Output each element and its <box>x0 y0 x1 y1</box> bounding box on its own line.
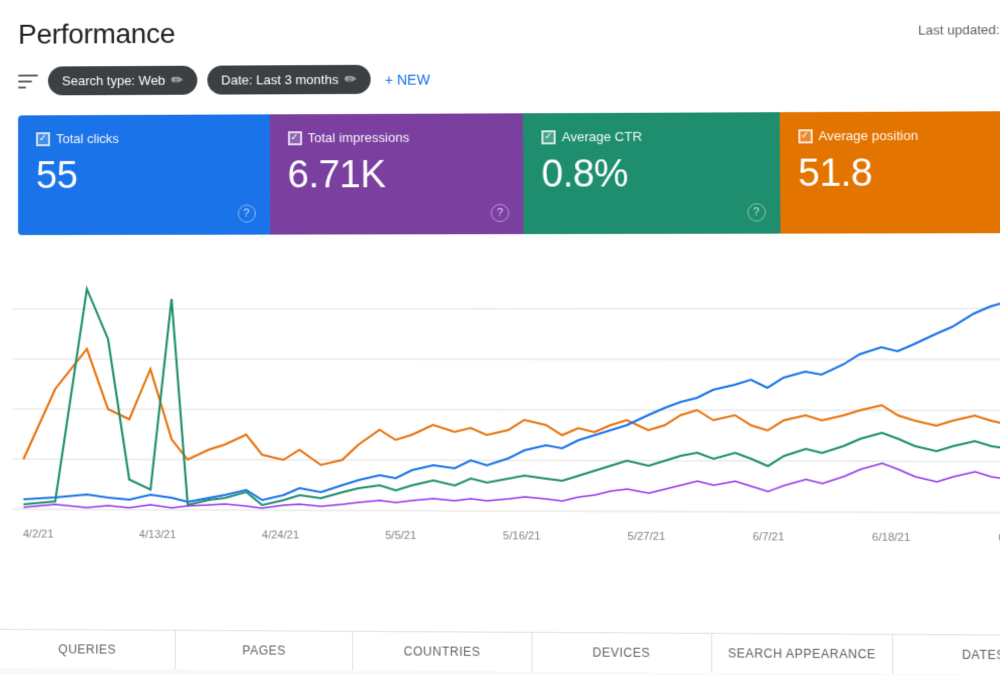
search-type-edit-icon: ✏ <box>171 72 183 89</box>
search-type-chip[interactable]: Search type: Web ✏ <box>48 66 197 96</box>
x-label-5: 5/27/21 <box>628 531 666 543</box>
performance-page: Performance Last updated: 5 hou Search t… <box>0 0 1000 667</box>
tab-dates[interactable]: DATES <box>893 635 1000 675</box>
bottom-tabs: QUERIES PAGES COUNTRIES DEVICES SEARCH A… <box>0 629 1000 675</box>
last-updated: Last updated: 5 hou <box>918 21 1000 37</box>
date-label: Date: Last 3 months <box>221 72 338 88</box>
chart-xaxis: 4/2/21 4/13/21 4/24/21 5/5/21 5/16/21 5/… <box>13 524 1000 544</box>
metric-label-clicks: ✓ Total clicks <box>36 130 251 146</box>
metric-value-ctr: 0.8% <box>541 154 761 197</box>
filter-icon[interactable] <box>18 74 38 88</box>
metric-value-impressions: 6.71K <box>288 155 505 198</box>
x-label-3: 5/5/21 <box>385 530 416 542</box>
clicks-line <box>23 349 1000 467</box>
page-header: Performance Last updated: 5 hou <box>18 13 1000 51</box>
x-label-2: 4/24/21 <box>262 529 299 541</box>
tab-countries[interactable]: COUNTRIES <box>353 632 532 672</box>
x-label-0: 4/2/21 <box>23 528 54 540</box>
performance-chart <box>13 258 1000 524</box>
impressions-checkbox: ✓ <box>287 131 301 145</box>
page-title: Performance <box>18 18 175 51</box>
x-label-4: 5/16/21 <box>503 530 541 542</box>
x-label-1: 4/13/21 <box>139 529 176 541</box>
ctr-checkbox: ✓ <box>541 130 555 144</box>
date-edit-icon: ✏ <box>345 71 357 88</box>
toolbar: Search type: Web ✏ Date: Last 3 months ✏… <box>18 61 1000 95</box>
metric-card-ctr[interactable]: ✓ Average CTR 0.8% ? <box>523 112 780 234</box>
metric-card-position[interactable]: ✓ Average position 51.8 ? <box>779 111 1000 234</box>
chart-area: 4/2/21 4/13/21 4/24/21 5/5/21 5/16/21 5/… <box>13 258 1000 575</box>
metrics-row: ✓ Total clicks 55 ? ✓ Total impressions … <box>18 111 1000 235</box>
x-label-6: 6/7/21 <box>753 531 785 543</box>
new-button[interactable]: + NEW <box>385 71 430 87</box>
x-label-7: 6/18/21 <box>872 532 910 544</box>
tab-queries[interactable]: QUERIES <box>0 630 176 669</box>
metric-value-clicks: 55 <box>36 155 251 197</box>
metric-label-position: ✓ Average position <box>798 127 1000 143</box>
position-checkbox: ✓ <box>798 129 813 143</box>
impressions-help-icon[interactable]: ? <box>491 204 509 222</box>
ctr-help-icon[interactable]: ? <box>747 203 766 221</box>
metric-label-impressions: ✓ Total impressions <box>287 129 504 145</box>
search-type-label: Search type: Web <box>62 73 165 88</box>
clicks-help-icon[interactable]: ? <box>237 205 255 223</box>
clicks-checkbox: ✓ <box>36 132 50 146</box>
metric-card-impressions[interactable]: ✓ Total impressions 6.71K ? <box>269 113 523 234</box>
metric-card-clicks[interactable]: ✓ Total clicks 55 ? <box>18 114 270 235</box>
ctr-line <box>23 288 1000 508</box>
tab-pages[interactable]: PAGES <box>176 631 353 671</box>
tab-search-appearance[interactable]: SEARCH APPEARANCE <box>712 634 893 674</box>
date-chip[interactable]: Date: Last 3 months ✏ <box>207 65 370 95</box>
metric-label-ctr: ✓ Average CTR <box>541 128 760 144</box>
position-line <box>23 461 1000 511</box>
new-button-label: + NEW <box>385 71 430 87</box>
metric-value-position: 51.8 <box>798 153 1000 196</box>
